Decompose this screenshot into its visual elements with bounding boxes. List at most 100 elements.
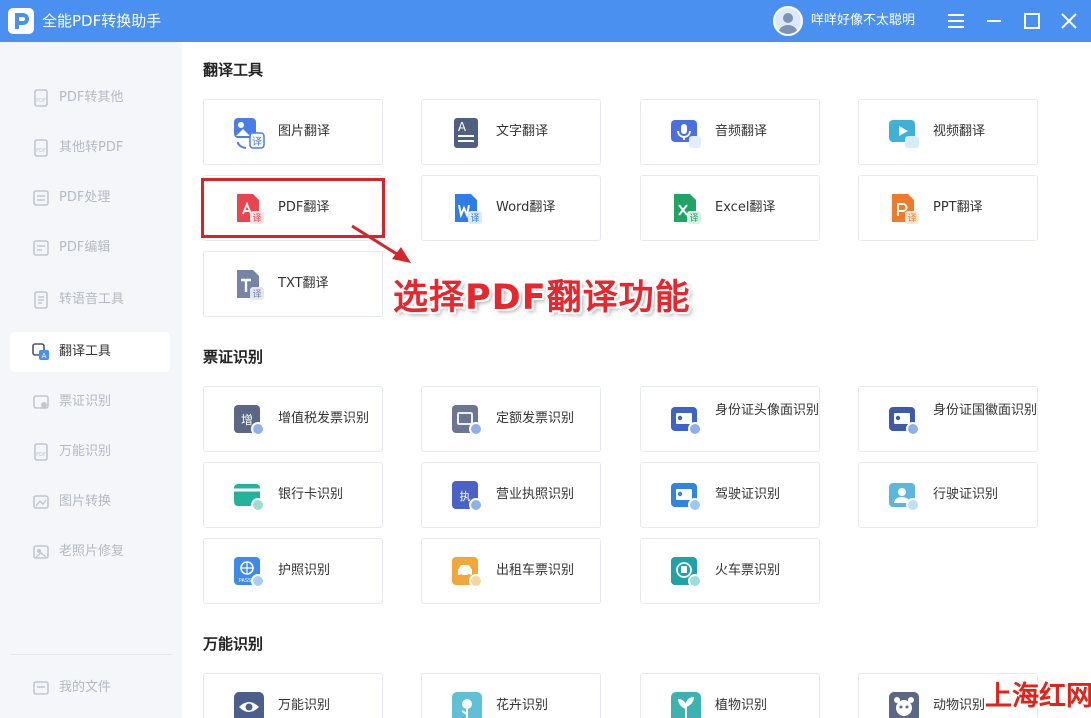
sidebar-item-translate[interactable]: A 翻译工具 (10, 332, 170, 372)
card-vat-invoice[interactable]: 增 增值税发票识别 (203, 386, 383, 452)
card-label: 植物识别 (715, 698, 768, 713)
card-label: 定额发票识别 (496, 411, 575, 426)
card-business-license[interactable]: 执 营业执照识别 (421, 462, 601, 528)
card-label: 视频翻译 (933, 124, 986, 139)
card-vehicle-license[interactable]: 行驶证识别 (858, 462, 1038, 528)
pdf-import-icon: PDF (34, 139, 48, 157)
card-id-card-front[interactable]: 身份证头像面识别 (640, 386, 820, 452)
sidebar-item-image-convert[interactable]: 图片转换 (10, 482, 170, 522)
svg-text:PASS: PASS (239, 578, 251, 584)
pdf-edit-icon (33, 240, 49, 256)
card-label: 音频翻译 (715, 124, 768, 139)
driver-license-icon (671, 483, 702, 512)
card-passport[interactable]: PASS 护照识别 (203, 538, 383, 604)
card-video-translate[interactable]: 视频翻译 (858, 99, 1038, 165)
card-audio-translate[interactable]: 音频翻译 (640, 99, 820, 165)
bank-card-icon (234, 484, 265, 512)
sidebar-item-other-to-pdf[interactable]: PDF 其他转PDF (10, 128, 170, 168)
minimize-icon[interactable] (982, 9, 1006, 33)
ticket-icon (33, 395, 49, 409)
user-avatar[interactable] (773, 6, 803, 36)
card-label: 花卉识别 (496, 698, 549, 713)
sidebar-divider (10, 654, 172, 655)
sidebar-item-label: 万能识别 (59, 444, 112, 459)
card-label: 银行卡识别 (278, 487, 344, 502)
svg-text:译: 译 (252, 289, 261, 300)
card-label: Word翻译 (496, 200, 556, 215)
voice-doc-icon (34, 291, 48, 309)
section-title-ticket-ocr: 票证识别 (203, 348, 264, 366)
card-quota-invoice[interactable]: 定额发票识别 (421, 386, 601, 452)
sidebar-item-pdf-to-other[interactable]: PDF PDF转其他 (10, 78, 170, 118)
sidebar-item-label: PDF处理 (59, 190, 111, 205)
card-label: 行驶证识别 (933, 487, 999, 502)
card-label: PPT翻译 (933, 200, 983, 215)
card-taxi-ticket[interactable]: 出租车票识别 (421, 538, 601, 604)
card-label: 身份证头像面识别 (715, 403, 820, 418)
card-excel-translate[interactable]: 译 Excel翻译 (640, 175, 820, 241)
card-bank-card[interactable]: 银行卡识别 (203, 462, 383, 528)
svg-text:译: 译 (470, 213, 479, 224)
card-train-ticket[interactable]: 火车票识别 (640, 538, 820, 604)
card-label: 文字翻译 (496, 124, 549, 139)
sidebar-item-universal-ocr[interactable]: PDF 万能识别 (10, 432, 170, 472)
card-plant-ocr[interactable]: 植物识别 (640, 673, 820, 718)
quota-invoice-icon (452, 405, 483, 436)
vat-invoice-icon: 增 (234, 405, 265, 436)
main-content: 翻译工具 译 图片翻译 A 文字翻译 音频翻译 视频翻译 译 PDF翻译 译 W… (182, 42, 1091, 718)
card-label: 身份证国徽面识别 (933, 403, 1038, 418)
card-flower-ocr[interactable]: 花卉识别 (421, 673, 601, 718)
app-logo-icon (8, 8, 34, 34)
passport-icon: PASS (234, 557, 265, 588)
menu-icon[interactable] (944, 9, 968, 33)
card-label: 图片翻译 (278, 124, 331, 139)
sidebar-item-ticket-ocr[interactable]: 票证识别 (10, 382, 170, 422)
maximize-icon[interactable] (1020, 9, 1044, 33)
card-image-translate[interactable]: 译 图片翻译 (203, 99, 383, 165)
business-license-icon: 执 (452, 481, 483, 512)
card-text-translate[interactable]: A 文字翻译 (421, 99, 601, 165)
svg-text:PDF: PDF (36, 148, 46, 154)
sidebar-item-voice-tool[interactable]: 转语音工具 (10, 280, 170, 320)
svg-text:PDF: PDF (36, 452, 46, 458)
plant-icon (671, 692, 701, 718)
card-id-card-back[interactable]: 身份证国徽面识别 (858, 386, 1038, 452)
sidebar-item-label: 转语音工具 (59, 292, 125, 307)
id-card-back-icon (889, 407, 920, 436)
word-translate-icon: 译 (455, 194, 482, 224)
image-translate-icon: 译 (234, 118, 265, 149)
title-bar: 全能PDF转换助手 咩咩好像不太聪明 (0, 0, 1091, 42)
sidebar-item-pdf-edit[interactable]: PDF编辑 (10, 228, 170, 268)
sidebar-item-my-files[interactable]: 我的文件 (10, 668, 170, 708)
sidebar-item-label: PDF转其他 (59, 90, 124, 105)
audio-translate-icon (671, 120, 701, 148)
pdf-export-icon: PDF (34, 89, 48, 107)
ocr-icon: PDF (34, 443, 48, 461)
app-title: 全能PDF转换助手 (42, 12, 162, 30)
flower-icon (452, 692, 482, 718)
close-icon[interactable] (1057, 9, 1081, 33)
excel-translate-icon: 译 (674, 194, 701, 224)
card-label: 驾驶证识别 (715, 487, 781, 502)
card-driver-license[interactable]: 驾驶证识别 (640, 462, 820, 528)
text-translate-icon: A (454, 118, 478, 148)
video-translate-icon (889, 120, 919, 148)
sidebar-item-photo-repair[interactable]: 老照片修复 (10, 532, 170, 572)
card-ppt-translate[interactable]: 译 PPT翻译 (858, 175, 1038, 241)
card-label: 火车票识别 (715, 563, 781, 578)
eye-scan-icon (234, 692, 264, 718)
card-word-translate[interactable]: 译 Word翻译 (421, 175, 601, 241)
translate-icon: A (32, 343, 49, 360)
card-universal-ocr[interactable]: 万能识别 (203, 673, 383, 718)
id-card-front-icon (671, 407, 702, 436)
svg-text:执: 执 (460, 489, 471, 503)
svg-text:译: 译 (252, 136, 262, 148)
user-name[interactable]: 咩咩好像不太聪明 (811, 11, 915, 31)
card-txt-translate[interactable]: 译 TXT翻译 (203, 251, 383, 317)
section-title-universal-ocr: 万能识别 (203, 635, 264, 653)
pdf-translate-highlight-box (201, 178, 385, 238)
sidebar-item-pdf-process[interactable]: PDF处理 (10, 178, 170, 218)
txt-translate-icon: 译 (237, 270, 264, 300)
sidebar-item-label: 老照片修复 (59, 544, 125, 559)
ppt-translate-icon: 译 (892, 194, 919, 224)
